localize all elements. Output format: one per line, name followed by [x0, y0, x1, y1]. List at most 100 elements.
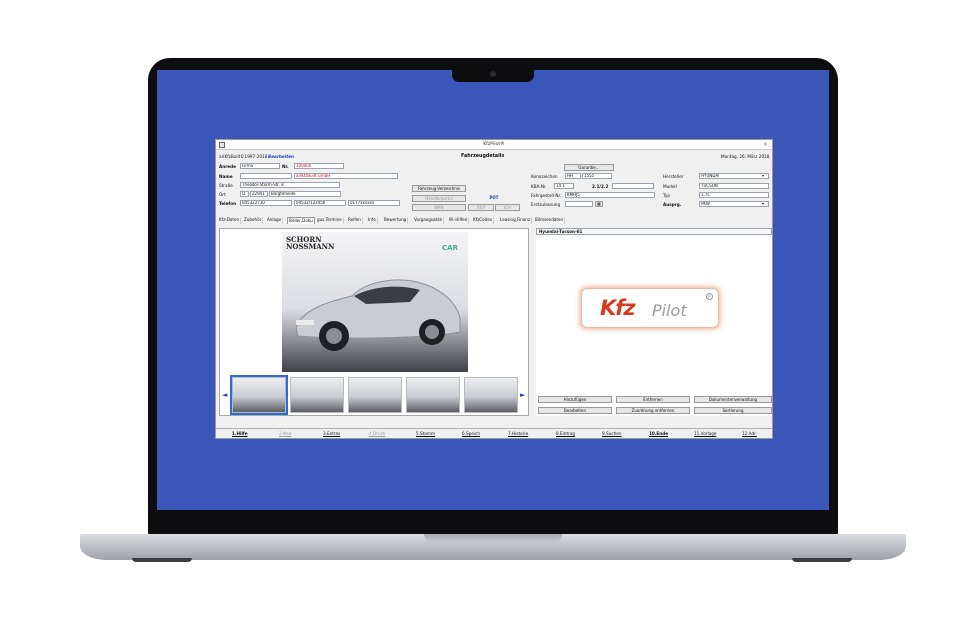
laptop-foot-right — [792, 558, 852, 562]
close-icon[interactable]: × — [763, 141, 768, 148]
ort-city-field[interactable]: Bargteheide — [269, 191, 341, 197]
dokumentenverwaltung-button[interactable]: Dokumentenverwaltung — [694, 396, 772, 403]
tab-bilder-doku[interactable]: Bilder,Doku — [287, 217, 315, 224]
modell-label: Modell — [663, 184, 677, 189]
name-first-field[interactable] — [240, 173, 292, 179]
modell-field[interactable]: TUCSON — [699, 183, 769, 189]
entfernen-button[interactable]: Entfernen — [616, 396, 690, 403]
telefon-label: Telefon — [219, 201, 237, 206]
anrede-field[interactable]: Firma — [240, 163, 280, 169]
bmn-button[interactable]: BMN — [412, 204, 466, 211]
hersteller-dropdown-chevron-icon[interactable]: ▾ — [762, 173, 764, 178]
vehicle-photo[interactable]: SCHORN NOSSMANN CAR — [282, 232, 468, 372]
fkey-neu[interactable]: 2.Neu — [279, 431, 291, 436]
thumbnail-5[interactable] — [464, 377, 518, 413]
garantie-button[interactable]: Garantie... — [564, 164, 614, 171]
function-key-bar: 1.Hilfe 2.Neu 3.Extras 4.Druck 5.Stamm 6… — [216, 428, 772, 437]
pot-label: POT — [468, 195, 520, 202]
fahrgestell-field[interactable]: KMHJ5 — [565, 192, 655, 198]
registered-mark-icon: R — [706, 293, 713, 300]
ort-country-field[interactable]: D — [240, 191, 249, 197]
erstzulassung-field[interactable] — [565, 201, 593, 207]
fkey-adr[interactable]: 12.Adr. — [742, 431, 757, 436]
fkey-ende[interactable]: 10.Ende — [649, 431, 668, 436]
typ-label: Typ — [663, 193, 671, 198]
bearbeiten-button[interactable]: Bearbeiten — [538, 407, 612, 414]
tab-zubehoer[interactable]: Zubehör — [243, 217, 264, 224]
kba-code-label: 2.1/2.2 — [592, 184, 609, 189]
tab-leasing-finanz[interactable]: Leasing,Finanz — [499, 217, 533, 224]
next-image-arrow-icon[interactable]: ► — [520, 391, 525, 399]
fkey-eintrag[interactable]: 8.Eintrag — [556, 431, 575, 436]
kba-code-field[interactable] — [612, 183, 654, 189]
tab-w-hilfen[interactable]: W.-Hilfen — [448, 217, 470, 224]
fkey-extras[interactable]: 3.Extras — [323, 431, 340, 436]
laptop-base-notch — [424, 534, 562, 542]
fkey-stamm[interactable]: 5.Stamm — [416, 431, 435, 436]
strasse-label: Straße — [219, 183, 233, 188]
document-panel: Hyundai-Tucson-01 Kfz Pilot R Hinzufügen… — [536, 228, 772, 416]
name-field[interactable]: ariKfzBuilt GmbH — [294, 173, 398, 179]
nr-field[interactable]: 100000 — [294, 163, 344, 169]
hersteller-label: Hersteller — [663, 174, 684, 179]
kba-label: KBA-Nr. — [531, 184, 547, 189]
fkey-druck[interactable]: 4.Druck — [369, 431, 385, 436]
rep-button[interactable]: REP — [468, 204, 494, 211]
prev-image-arrow-icon[interactable]: ◄ — [222, 391, 227, 399]
telefon-3-field[interactable]: 0177xxxxxx — [348, 200, 400, 206]
tab-gus-termine[interactable]: gus.Termine — [316, 217, 344, 224]
tab-anlage[interactable]: Anlage — [266, 217, 284, 224]
auspraegung-field[interactable]: PKW — [699, 201, 769, 207]
thumbnail-strip — [230, 375, 518, 415]
hinzufuegen-button[interactable]: Hinzufügen — [538, 396, 612, 403]
logo-product: Pilot — [652, 301, 687, 320]
tab-bewertung[interactable]: Bewertung — [383, 217, 409, 224]
kfzpilot-logo: Kfz Pilot R — [581, 288, 719, 328]
thumbnail-4[interactable] — [406, 377, 460, 413]
kba-field[interactable]: 14.1 — [554, 183, 574, 189]
fkey-suchen[interactable]: 9.Suchen — [602, 431, 622, 436]
ort-zip-field[interactable]: 22941 — [250, 191, 268, 197]
zuordnung-entfernen-button[interactable]: Zuordnung entfernen — [616, 407, 690, 414]
tab-bilmsendaten[interactable]: Bilmsendaten — [534, 217, 566, 224]
camera-icon — [490, 71, 496, 77]
erstzulassung-label: Erstzulassung — [531, 202, 561, 207]
thumbnail-3[interactable] — [348, 377, 402, 413]
fkey-historie[interactable]: 7.Historie — [508, 431, 528, 436]
typ-field[interactable]: 1.7L — [699, 192, 769, 198]
thumbnail-2[interactable] — [290, 377, 344, 413]
tab-kfz-daten[interactable]: Kfz-Daten — [218, 217, 242, 224]
auspraegung-dropdown-chevron-icon[interactable]: ▾ — [762, 201, 764, 206]
telefon-2-field[interactable]: 04532/123456 — [294, 200, 346, 206]
kennzeichen-label: Kennzeichen — [531, 174, 558, 179]
kennzeichen-2-field[interactable]: 1555 — [582, 173, 612, 179]
tab-info[interactable]: Info — [367, 217, 378, 224]
strasse-field[interactable]: Theodor-Storm-Str. 8 — [240, 182, 340, 188]
fkey-vorlage[interactable]: 11.Vorlage — [694, 431, 716, 436]
tab-reifen[interactable]: Reifen — [347, 217, 363, 224]
car-illustration — [295, 279, 461, 351]
laptop-foot-left — [132, 558, 192, 562]
calendar-icon[interactable]: ▦ — [595, 201, 603, 207]
haendlerportal-button[interactable]: Händlerportal — [412, 195, 466, 202]
name-label: Name — [219, 174, 233, 179]
mode-label: Bearbeiten — [268, 154, 295, 159]
kennzeichen-1-field[interactable]: HH — [565, 173, 581, 179]
thumbnail-1[interactable] — [230, 375, 288, 415]
fahrgestell-label: Fahrgestell-Nr. — [531, 193, 562, 198]
hersteller-field[interactable]: HYUNDAI — [699, 173, 769, 179]
fkey-speich[interactable]: 6.Speich — [462, 431, 480, 436]
title-bar: KfzPilot® × — [216, 140, 772, 150]
telefon-1-field[interactable]: 045322730 — [240, 200, 292, 206]
app-window: KfzPilot® × ariKfzBuilt©1997-2018 Bearbe… — [215, 139, 773, 439]
sortierung-button[interactable]: Sortierung — [694, 407, 772, 414]
logo-brand: Kfz — [600, 296, 636, 320]
fkey-hilfe[interactable]: 1.Hilfe — [232, 431, 248, 436]
photo-panel: SCHORN NOSSMANN CAR ◄ ► — [219, 228, 529, 416]
tab-vorgangsakte[interactable]: Vorgangsakte — [413, 217, 445, 224]
fahrzeug-verzeichnis-button[interactable]: Fahrzeug-Verzeichnis — [412, 185, 466, 192]
laptop-chin — [148, 510, 838, 534]
tab-kfzcodes[interactable]: KfzCodes — [472, 217, 494, 224]
ich-button[interactable]: ICH — [495, 204, 520, 211]
window-title: KfzPilot® — [483, 142, 505, 147]
